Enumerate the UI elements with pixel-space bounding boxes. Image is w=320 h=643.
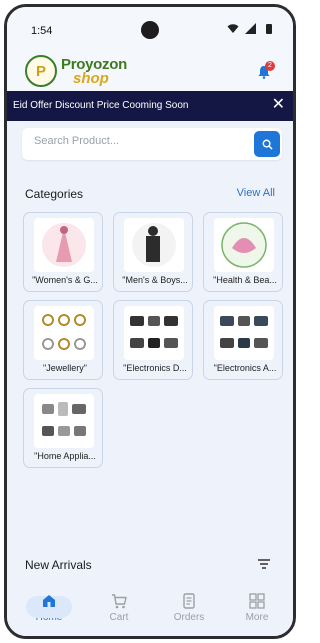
- nav-label: More: [245, 612, 269, 623]
- close-icon[interactable]: ✕: [272, 96, 285, 114]
- category-card[interactable]: "Jewellery": [23, 300, 103, 380]
- status-time: 1:54: [31, 25, 53, 37]
- category-image: [34, 306, 94, 360]
- category-card[interactable]: "Electronics A...: [203, 300, 283, 380]
- camera-cutout: [141, 21, 159, 39]
- category-card[interactable]: "Home Applia...: [23, 388, 103, 468]
- orders-icon: [183, 593, 195, 609]
- category-image: [214, 218, 274, 272]
- status-icons: [227, 23, 275, 34]
- banner-text: Eid Offer Discount Price Cooming Soon: [13, 100, 189, 111]
- bottom-navigation: Home Cart Orders More: [7, 584, 293, 636]
- search-input[interactable]: [34, 135, 234, 147]
- category-card[interactable]: "Health & Bea...: [203, 212, 283, 292]
- category-label: "Men's & Boys...: [122, 275, 188, 285]
- nav-label: Cart: [109, 612, 129, 623]
- app-header: P Proyozon shop 2: [7, 51, 293, 91]
- search-button[interactable]: [254, 131, 280, 157]
- logo-mark: P: [35, 62, 46, 80]
- signal-icon: [245, 23, 256, 34]
- category-image: [34, 394, 94, 448]
- search-bar: [22, 128, 282, 160]
- phone-screen: 1:54 P Proyozon shop 2 Eid Offer Discoun…: [4, 4, 296, 639]
- category-label: "Electronics A...: [213, 363, 277, 373]
- category-label: "Jewellery": [43, 363, 87, 373]
- grid-icon: [249, 593, 265, 609]
- category-card[interactable]: "Women's & G...: [23, 212, 103, 292]
- logo-icon[interactable]: P: [25, 55, 57, 87]
- nav-more[interactable]: More: [227, 592, 287, 623]
- nav-cart[interactable]: Cart: [89, 592, 149, 623]
- home-icon: [43, 595, 55, 607]
- new-arrivals-title: New Arrivals: [25, 558, 92, 572]
- category-label: "Home Applia...: [34, 451, 96, 461]
- category-label: "Women's & G...: [32, 275, 98, 285]
- category-image: [124, 218, 184, 272]
- cart-icon: [112, 594, 127, 609]
- notification-badge: 2: [265, 61, 275, 71]
- filter-icon[interactable]: [257, 558, 271, 570]
- category-image: [34, 218, 94, 272]
- battery-icon: [266, 24, 272, 34]
- category-card[interactable]: "Electronics D...: [113, 300, 193, 380]
- logo-text-secondary: shop: [73, 70, 109, 87]
- categories-title: Categories: [25, 187, 84, 201]
- category-image: [124, 306, 184, 360]
- offer-banner: Eid Offer Discount Price Cooming Soon ✕: [7, 91, 293, 121]
- nav-home[interactable]: Home: [19, 592, 79, 623]
- category-image: [214, 306, 274, 360]
- wifi-icon: [227, 24, 239, 33]
- status-bar: 1:54: [7, 7, 293, 51]
- nav-label: Orders: [173, 612, 205, 623]
- category-label: "Health & Bea...: [213, 275, 277, 285]
- search-icon: [262, 139, 273, 150]
- nav-orders[interactable]: Orders: [159, 592, 219, 623]
- category-card[interactable]: "Men's & Boys...: [113, 212, 193, 292]
- category-label: "Electronics D...: [123, 363, 187, 373]
- view-all-link[interactable]: View All: [237, 187, 275, 199]
